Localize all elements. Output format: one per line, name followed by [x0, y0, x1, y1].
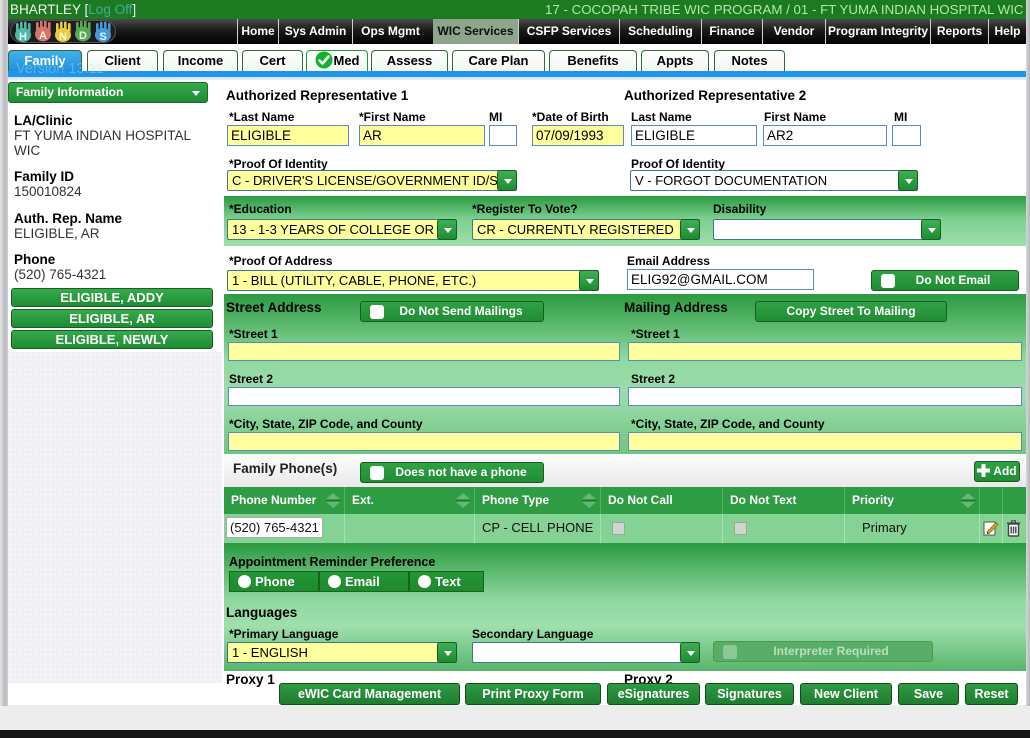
svg-text:D: D — [79, 30, 87, 42]
svg-text:H: H — [19, 31, 27, 43]
svg-text:A: A — [39, 30, 47, 42]
svg-text:N: N — [59, 31, 67, 43]
svg-text:S: S — [99, 31, 106, 43]
